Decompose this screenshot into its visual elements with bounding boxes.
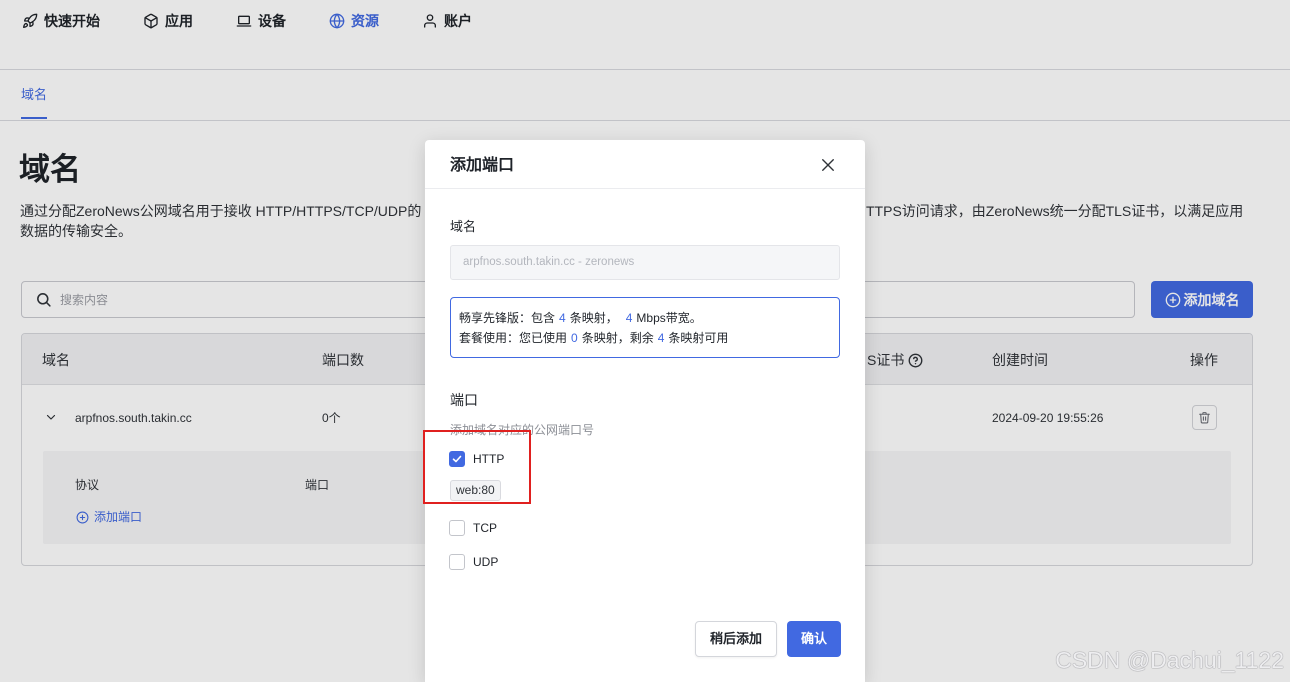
confirm-button[interactable]: 确认	[787, 621, 841, 657]
watermark: CSDN @Dachui_1122	[1055, 647, 1284, 673]
usage-line: 套餐使用：您已使用 0 条映射，剩余 4 条映射可用	[459, 328, 839, 348]
plan-line: 畅享先锋版：包含 4 条映射， 4 Mbps带宽。	[459, 308, 839, 328]
plan-info-box: 畅享先锋版：包含 4 条映射， 4 Mbps带宽。 套餐使用：您已使用 0 条映射，剩余 4 条…	[450, 297, 840, 358]
domain-field: arpfnos.south.takin.cc - zeronews	[450, 245, 840, 280]
dialog-title: 添加端口	[450, 157, 515, 174]
tcp-checkbox[interactable]	[449, 520, 465, 536]
udp-checkbox[interactable]	[449, 554, 465, 570]
usage-used-count: 0	[571, 331, 578, 345]
close-icon[interactable]	[821, 158, 835, 172]
usage-prefix: 套餐使用：您已使用	[459, 331, 568, 345]
tcp-label: TCP	[473, 521, 497, 535]
add-port-dialog: 添加端口 域名 arpfnos.south.takin.cc - zeronew…	[425, 140, 865, 682]
udp-label: UDP	[473, 555, 499, 569]
usage-remaining-unit: 条映射可用	[668, 331, 729, 345]
plan-mappings-unit: 条映射，	[569, 311, 618, 325]
plan-bandwidth: 4	[625, 311, 633, 325]
dialog-header: 添加端口	[425, 140, 865, 189]
plan-prefix: 畅享先锋版：包含	[459, 311, 556, 325]
port-field-label: 端口	[450, 392, 478, 408]
usage-used-unit: 条映射，剩余	[581, 331, 654, 345]
usage-remaining-count: 4	[657, 331, 665, 345]
check-icon	[451, 522, 463, 534]
plan-mappings-count: 4	[559, 311, 566, 325]
protocol-tcp-option[interactable]: TCP	[449, 520, 497, 536]
domain-field-label: 域名	[450, 219, 477, 234]
highlight-annotation-box	[423, 430, 531, 504]
protocol-udp-option[interactable]: UDP	[449, 554, 498, 570]
plan-bandwidth-unit: Mbps带宽。	[636, 311, 702, 325]
check-icon	[451, 556, 463, 568]
add-later-button[interactable]: 稍后添加	[695, 621, 777, 657]
